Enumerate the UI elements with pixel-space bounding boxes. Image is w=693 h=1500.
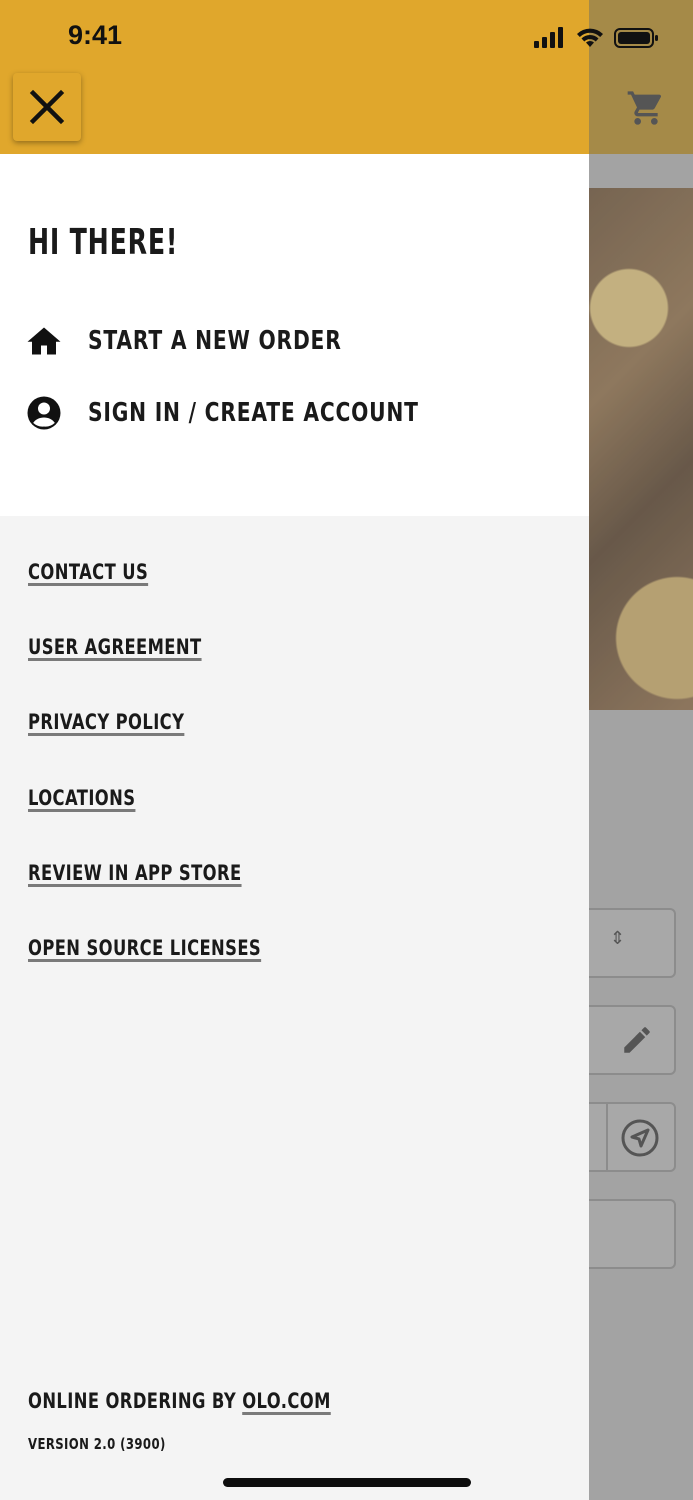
navigation-drawer: 9:41 HI THERE! START A NEW ORDER SIGN IN… xyxy=(0,0,589,1500)
close-icon xyxy=(29,89,65,125)
background-food-photo xyxy=(589,188,693,710)
credit-prefix: ONLINE ORDERING BY xyxy=(28,1389,243,1413)
close-button[interactable] xyxy=(13,73,81,141)
locations-link[interactable]: LOCATIONS xyxy=(28,786,135,810)
status-time: 9:41 xyxy=(68,20,123,50)
open-source-licenses-link[interactable]: OPEN SOURCE LICENSES xyxy=(28,936,261,960)
home-indicator[interactable] xyxy=(223,1478,471,1487)
sort-icon: ⇕ xyxy=(610,928,626,949)
start-new-order-item[interactable]: START A NEW ORDER xyxy=(26,323,413,359)
pencil-icon xyxy=(624,1027,650,1053)
privacy-policy-link[interactable]: PRIVACY POLICY xyxy=(28,710,184,734)
start-new-order-label: START A NEW ORDER xyxy=(88,326,342,356)
olo-link[interactable]: OLO.COM xyxy=(242,1389,331,1413)
wifi-icon xyxy=(577,28,603,47)
app-version: VERSION 2.0 (3900) xyxy=(28,1435,166,1453)
status-icons xyxy=(532,26,662,50)
account-circle-icon xyxy=(26,395,62,431)
navigation-icon xyxy=(621,1119,659,1157)
online-ordering-credit: ONLINE ORDERING BY OLO.COM xyxy=(28,1389,331,1413)
review-in-app-store-link[interactable]: REVIEW IN APP STORE xyxy=(28,861,242,885)
sign-in-create-account-label: SIGN IN / CREATE ACCOUNT xyxy=(88,398,419,428)
sign-in-create-account-item[interactable]: SIGN IN / CREATE ACCOUNT xyxy=(26,395,512,431)
greeting-heading: HI THERE! xyxy=(28,222,179,263)
cart-icon xyxy=(626,88,666,128)
signal-icon xyxy=(534,27,563,48)
battery-icon xyxy=(614,28,658,48)
home-icon xyxy=(26,323,62,359)
user-agreement-link[interactable]: USER AGREEMENT xyxy=(28,635,202,659)
contact-us-link[interactable]: CONTACT US xyxy=(28,560,148,584)
